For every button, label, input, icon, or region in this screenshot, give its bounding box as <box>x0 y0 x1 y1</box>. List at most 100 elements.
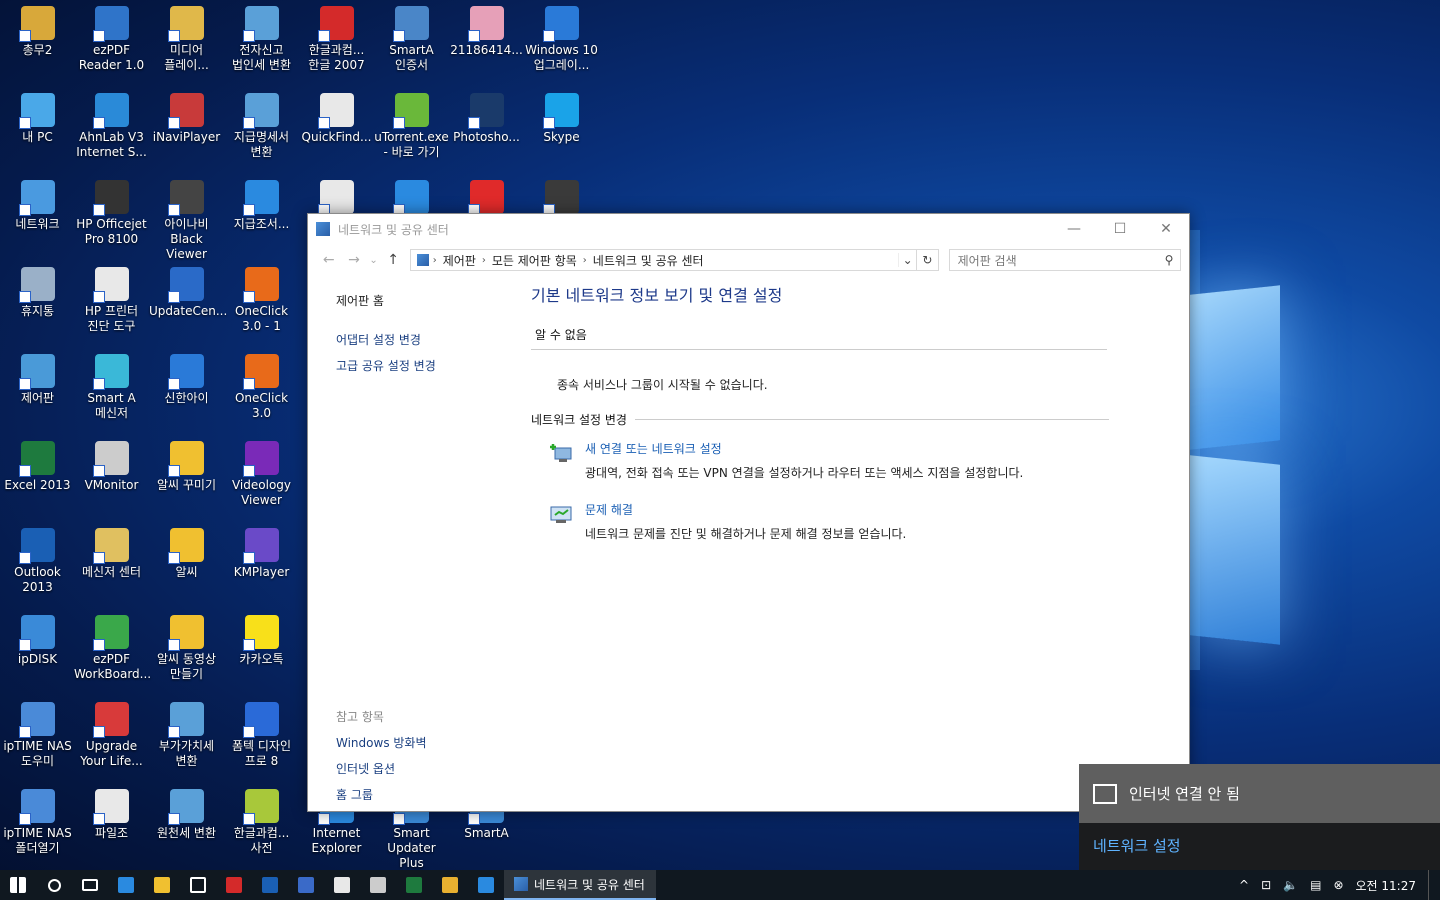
taskbar-chrome-button[interactable] <box>432 870 468 900</box>
desktop-icon-38[interactable]: 알씨 동영상 만들기 <box>149 609 224 695</box>
desktop-icon-10[interactable]: iNaviPlayer <box>149 87 224 173</box>
desktop-icon-3[interactable]: 전자신고 법인세 변환 <box>224 0 299 86</box>
taskbar-task-view-button[interactable] <box>72 870 108 900</box>
desktop-icon-15[interactable]: Skype <box>524 87 599 173</box>
desktop-icon-16[interactable]: 네트워크 <box>0 174 75 260</box>
desktop-icon-1[interactable]: ezPDF Reader 1.0 <box>74 0 149 86</box>
search-input[interactable]: 제어판 검색 ⚲ <box>948 249 1181 271</box>
forward-button[interactable]: → <box>341 252 366 268</box>
tray-error-icon[interactable]: ⊗ <box>1333 878 1343 892</box>
desktop-icon-17[interactable]: HP Officejet Pro 8100 <box>74 174 149 260</box>
desktop-icon-40[interactable]: ipTIME NAS 도우미 <box>0 696 75 782</box>
desktop-icon-11[interactable]: 지급명세서 변환 <box>224 87 299 173</box>
desktop-icon-21[interactable]: HP 프린터 진단 도구 <box>74 261 149 347</box>
taskbar-network-center[interactable]: 네트워크 및 공유 센터 <box>504 870 656 900</box>
sidebar-link-advanced-sharing[interactable]: 고급 공유 설정 변경 <box>336 357 516 374</box>
search-icon[interactable]: ⚲ <box>1158 253 1180 267</box>
desktop-icon-31[interactable]: Videology Viewer <box>224 435 299 521</box>
minimize-button[interactable]: — <box>1051 214 1097 244</box>
desktop-icon-29[interactable]: VMonitor <box>74 435 149 521</box>
taskbar-edge-button[interactable] <box>108 870 144 900</box>
desktop-icon-43[interactable]: 폼텍 디자인 프로 8 <box>224 696 299 782</box>
desktop-icon-28[interactable]: Excel 2013 <box>0 435 75 521</box>
desktop-icon-23[interactable]: OneClick 3.0 - 1 <box>224 261 299 347</box>
taskbar-store-button[interactable] <box>180 870 216 900</box>
sidebar-home[interactable]: 제어판 홈 <box>336 292 516 309</box>
desktop-icon-39[interactable]: 카카오톡 <box>224 609 299 695</box>
breadcrumb-network-center[interactable]: 네트워크 및 공유 센터 <box>593 252 704 269</box>
window-titlebar[interactable]: 네트워크 및 공유 센터 — ☐ ✕ <box>308 214 1189 244</box>
desktop-icon-4[interactable]: 한글과컴... 한글 2007 <box>299 0 374 86</box>
see-also-homegroup[interactable]: 홈 그룹 <box>336 786 427 803</box>
tray-network-icon[interactable]: ⊡ <box>1261 878 1271 892</box>
desktop-icon-36[interactable]: ipDISK <box>0 609 75 695</box>
tray-chevron-icon[interactable]: ^ <box>1239 878 1249 892</box>
desktop-icon-7[interactable]: Windows 10 업그레이... <box>524 0 599 86</box>
tray-message-icon[interactable]: ▤ <box>1310 878 1321 892</box>
taskbar-app-qr-button[interactable] <box>360 870 396 900</box>
taskbar-app-blue-button[interactable] <box>288 870 324 900</box>
desktop-icon-26[interactable]: 신한아이 <box>149 348 224 434</box>
desktop-icon-33[interactable]: 메신저 센터 <box>74 522 149 608</box>
desktop-icon-45[interactable]: 파일조 <box>74 783 149 869</box>
see-also-firewall[interactable]: Windows 방화벽 <box>336 734 427 751</box>
recent-locations-button[interactable]: ⌄ <box>367 255 381 266</box>
desktop-icon-44[interactable]: ipTIME NAS 폴더열기 <box>0 783 75 869</box>
address-bar[interactable]: › 제어판 › 모든 제어판 항목 › 네트워크 및 공유 센터 ⌄ <box>409 249 918 271</box>
taskbar-ie-button[interactable] <box>468 870 504 900</box>
taskbar-file-explorer-button[interactable] <box>144 870 180 900</box>
see-also-internet-options[interactable]: 인터넷 옵션 <box>336 760 427 777</box>
network-status[interactable]: 인터넷 연결 안 됨 <box>1079 764 1440 823</box>
refresh-button[interactable]: ↻ <box>917 249 939 271</box>
network-sharing-center-window: 네트워크 및 공유 센터 — ☐ ✕ ← → ⌄ ↑ › 제어판 › 모든 제어… <box>307 213 1190 812</box>
new-connection-link[interactable]: 새 연결 또는 네트워크 설정 <box>585 440 1023 457</box>
desktop-icon-35[interactable]: KMPlayer <box>224 522 299 608</box>
desktop-icon-30[interactable]: 알씨 꾸미기 <box>149 435 224 521</box>
taskbar-search-button[interactable] <box>36 870 72 900</box>
desktop-icon-32[interactable]: Outlook 2013 <box>0 522 75 608</box>
close-button[interactable]: ✕ <box>1143 214 1189 244</box>
desktop-icon-20[interactable]: 휴지통 <box>0 261 75 347</box>
taskbar: 네트워크 및 공유 센터 ^ ⊡ 🔈 ▤ ⊗ 오전 11:27 <box>0 870 1440 900</box>
up-button[interactable]: ↑ <box>380 252 405 268</box>
taskbar-start-button[interactable] <box>0 870 36 900</box>
desktop-icon-19[interactable]: 지급조서... <box>224 174 299 260</box>
see-also-header: 참고 항목 <box>336 710 384 724</box>
taskbar-outlook-button[interactable] <box>252 870 288 900</box>
desktop-icon-42[interactable]: 부가가치세 변환 <box>149 696 224 782</box>
desktop-icon-47[interactable]: 한글과컴... 사전 <box>224 783 299 869</box>
show-desktop-button[interactable] <box>1428 870 1434 900</box>
troubleshoot-link[interactable]: 문제 해결 <box>585 501 906 518</box>
desktop-icon-27[interactable]: OneClick 3.0 <box>224 348 299 434</box>
clock[interactable]: 오전 11:27 <box>1356 877 1416 894</box>
back-button[interactable]: ← <box>316 252 341 268</box>
desktop-icon-25[interactable]: Smart A 메신저 <box>74 348 149 434</box>
desktop-icon-46[interactable]: 원천세 변환 <box>149 783 224 869</box>
desktop-icon-18[interactable]: 아이나비 Black Viewer <box>149 174 224 261</box>
desktop-icon-13[interactable]: uTorrent.exe - 바로 가기 <box>374 87 449 173</box>
desktop-icon-9[interactable]: AhnLab V3 Internet S... <box>74 87 149 173</box>
desktop-icon-6[interactable]: 21186414... <box>449 0 524 86</box>
desktop-icon-12[interactable]: QuickFind... <box>299 87 374 173</box>
desktop-icon-2[interactable]: 미디어 플레이... <box>149 0 224 86</box>
taskbar-excel-button[interactable] <box>396 870 432 900</box>
location-icon <box>416 254 429 266</box>
desktop-icon-0[interactable]: 총무2 <box>0 0 75 86</box>
sidebar-link-adapter-settings[interactable]: 어댑터 설정 변경 <box>336 331 516 348</box>
breadcrumb-control-panel[interactable]: 제어판 <box>443 252 476 269</box>
desktop-icon-34[interactable]: 알씨 <box>149 522 224 608</box>
desktop-icon-22[interactable]: UpdateCen... <box>149 261 227 347</box>
taskbar-app-doc-button[interactable] <box>324 870 360 900</box>
maximize-button[interactable]: ☐ <box>1097 214 1143 244</box>
desktop-icon-37[interactable]: ezPDF WorkBoard... <box>74 609 151 695</box>
desktop-icon-24[interactable]: 제어판 <box>0 348 75 434</box>
network-settings-link[interactable]: 네트워크 설정 <box>1079 823 1440 868</box>
desktop-icon-8[interactable]: 내 PC <box>0 87 75 173</box>
desktop-icon-14[interactable]: Photosho... <box>449 87 524 173</box>
desktop-icon-41[interactable]: Upgrade Your Life... <box>74 696 149 782</box>
address-dropdown-icon[interactable]: ⌄ <box>898 253 916 267</box>
desktop-icon-5[interactable]: SmartA 인증서 <box>374 0 449 86</box>
tray-volume-icon[interactable]: 🔈 <box>1283 878 1298 892</box>
breadcrumb-all-items[interactable]: 모든 제어판 항목 <box>492 252 577 269</box>
taskbar-app-red-button[interactable] <box>216 870 252 900</box>
